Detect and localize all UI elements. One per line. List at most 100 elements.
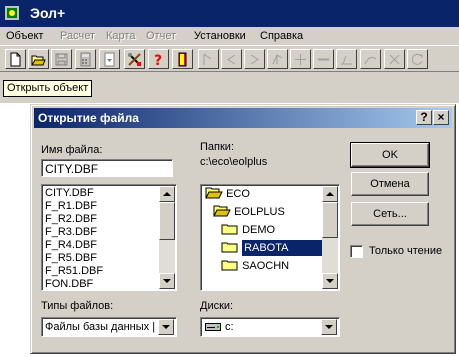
drive-icon [205,323,221,331]
open-file-button[interactable] [28,49,49,69]
right-arrow-icon [250,54,259,65]
tools-icon [128,53,141,66]
scroll-down-button[interactable] [322,273,338,289]
folder-tree-scrollbar[interactable] [322,186,338,289]
list-item[interactable]: F_R4.DBF [45,239,97,252]
scroll-down-button[interactable] [159,273,175,289]
scroll-up-button[interactable] [322,186,338,202]
file-list-scrollbar[interactable] [159,186,175,289]
list-item[interactable]: F_R51.DBF [45,265,103,278]
list-item[interactable]: F_R2.DBF [45,213,97,226]
exit-button[interactable] [172,49,193,69]
scroll-thumb[interactable] [159,202,175,240]
left-arrow-icon [227,54,236,65]
help-question-icon: ? [154,53,162,67]
dropdown-doc-icon [104,52,115,67]
line-tool-button[interactable] [313,49,334,69]
list-item[interactable]: FON.DBF [45,278,93,291]
triangle-tool-button[interactable] [336,49,357,69]
list-item[interactable]: F_R1.DBF [45,200,97,213]
move-icon [295,54,306,65]
menu-settings[interactable]: Установки [194,30,246,42]
readonly-checkbox[interactable] [350,245,363,258]
folder-eolplus[interactable]: EOLPLUS [213,204,285,220]
line-icon [318,58,329,61]
filename-value: CITY.DBF [45,162,99,176]
app-title: Эол+ [30,5,66,21]
down-arrow-icon [326,279,334,283]
filetype-select[interactable]: Файлы базы данных | [41,317,177,337]
filename-label: Имя файла: [41,144,103,156]
exit-door-icon [178,52,187,67]
help-button[interactable]: ? [148,49,169,69]
move-tool-button[interactable] [290,49,311,69]
tooltip: Открыть объект [3,80,93,97]
menu-help[interactable]: Справка [260,30,303,42]
folder-icon [221,260,238,271]
app-logo-icon [5,6,19,20]
scroll-thumb[interactable] [322,202,338,238]
curve-tool-button[interactable] [360,49,381,69]
file-list[interactable]: CITY.DBF F_R1.DBF F_R2.DBF F_R3.DBF F_R4… [41,184,177,291]
folders-label: Папки: [200,141,234,153]
cross-icon [389,54,400,65]
folder-eco[interactable]: ECO [205,186,250,202]
chevron-down-icon [162,325,170,329]
app-window: Эол+ Объект Расчет Карта Отчет Установки… [0,0,459,103]
save-button[interactable] [51,49,72,69]
dialog-title: Открытие файла [38,111,139,125]
folder-icon [221,224,238,235]
menu-report[interactable]: Отчет [146,30,176,42]
list-item[interactable]: CITY.DBF [45,187,94,200]
up-arrow-icon [326,192,334,196]
folder-saochn[interactable]: SAOCHN [221,258,289,274]
open-folder-icon [205,187,223,199]
drive-dropdown-button[interactable] [321,319,337,335]
curve-icon [364,56,377,65]
up-arrow-icon [163,192,171,196]
open-file-dialog: Открытие файла ? × Имя файла: CITY.DBF C… [30,104,456,354]
menu-bar: Объект Расчет Карта Отчет Установки Спра… [0,27,459,45]
current-path: c:\eco\eolplus [200,156,268,168]
drive-select[interactable]: c: [200,317,340,337]
folder-rabota[interactable]: RABOTA [221,240,327,256]
menu-map[interactable]: Карта [106,30,135,42]
network-button[interactable]: Сеть... [351,202,429,226]
menu-object[interactable]: Объект [6,30,43,42]
calculator-icon [80,52,91,67]
node-tool-button[interactable] [198,49,219,69]
menu-calculation[interactable]: Расчет [60,30,95,42]
refresh-icon [411,53,423,65]
readonly-label: Только чтение [369,245,443,257]
filename-input[interactable]: CITY.DBF [41,159,173,177]
branch-tool-button[interactable] [267,49,288,69]
list-item[interactable]: F_R5.DBF [45,252,97,265]
filetype-value: Файлы базы данных | [45,321,156,333]
report-button[interactable] [99,49,120,69]
branch-icon [272,54,283,65]
close-caption-button[interactable]: × [433,110,449,125]
triangle-icon [341,55,352,65]
drive-value: c: [225,321,234,333]
svg-text:?: ? [154,53,162,67]
tools-button[interactable] [124,49,145,69]
delete-tool-button[interactable] [384,49,405,69]
new-file-icon [10,52,21,67]
right-tool-button[interactable] [244,49,265,69]
list-item[interactable]: F_R3.DBF [45,226,97,239]
node-icon [203,53,212,65]
refresh-tool-button[interactable] [407,49,428,69]
left-tool-button[interactable] [221,49,242,69]
ok-button[interactable]: OK [350,142,430,168]
folder-demo[interactable]: DEMO [221,222,275,238]
help-caption-button[interactable]: ? [416,110,432,125]
app-titlebar[interactable]: Эол+ [0,0,459,27]
cancel-button[interactable]: Отмена [351,172,429,196]
scroll-up-button[interactable] [159,186,175,202]
folder-tree[interactable]: ECO EOLPLUS DEMO RABOTA SAOCHN [200,184,340,291]
calculator-button[interactable] [75,49,96,69]
new-file-button[interactable] [5,49,26,69]
dialog-titlebar[interactable]: Открытие файла ? × [34,108,452,128]
filetype-dropdown-button[interactable] [158,319,174,335]
drives-label: Диски: [200,300,234,312]
